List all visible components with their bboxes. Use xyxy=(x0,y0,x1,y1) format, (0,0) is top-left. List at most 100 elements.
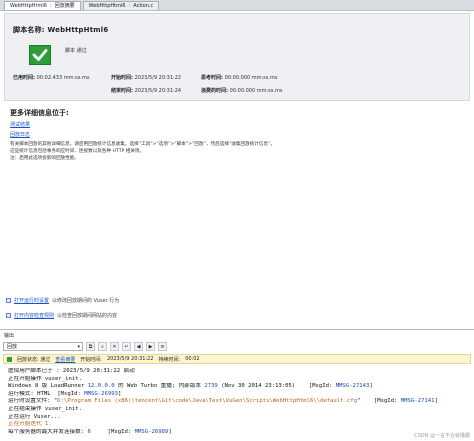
runtime-settings-text: 以修改回放期间的 Vuser 行为 xyxy=(52,298,120,304)
log-segment: 的 Web Turbo 重播; 内部版本 xyxy=(114,383,205,390)
wasted-time: 浪费的时间: 00:00.000 mm:ss.ms xyxy=(201,87,282,94)
output-panel: 输出 回放 ▾ ⧉ ⌕ ✕ ↵ ◀ ▶ ≡ 回放状态: 通过 查看摘要 开始时间… xyxy=(0,329,474,441)
options-icon[interactable]: ≡ xyxy=(158,342,167,351)
prev-icon[interactable]: ◀ xyxy=(134,342,143,351)
output-toolbar: 回放 ▾ ⧉ ⌕ ✕ ↵ ◀ ▶ ≡ xyxy=(3,341,471,352)
tab-script-name: WebHttpHtml6 xyxy=(10,3,47,9)
log-segment: MMSG-27141 xyxy=(400,398,435,405)
runtime-settings-row: 打开运行时设置 以修改回放期间的 Vuser 行为 xyxy=(6,297,119,304)
settings-icon xyxy=(6,298,11,303)
log-segment: 正在开始迭代 1. xyxy=(8,421,52,428)
start-value: 2023/5/9 20:31:22 xyxy=(134,75,182,81)
log-segment: 12.0.0.0 xyxy=(87,383,115,390)
wasted-value: 00:00.000 mm:ss.ms xyxy=(229,88,283,94)
log-segment: 正在开始操作 vuser_init. xyxy=(8,375,82,382)
tab-script-name: WebHttpHtml6 xyxy=(88,3,126,9)
replay-summary-panel: 脚本名称: WebHttpHtml6 脚本 通过 已用时间: 00:02.433… xyxy=(4,13,470,101)
watermark: CSDN @一言不合就撸脚 xyxy=(414,433,470,439)
think-label: 思考时间: xyxy=(201,75,223,81)
script-name-value: WebHttpHtml6 xyxy=(47,26,109,34)
tab-subtitle: Action.c xyxy=(133,3,154,9)
status-passed: 回放状态: 通过 xyxy=(17,356,51,363)
status-duration-value: 00:02 xyxy=(185,356,200,362)
status-start-value: 2023/5/9 20:31:22 xyxy=(106,356,154,362)
log-segment: 每个服务器的最大并发连接数: xyxy=(8,428,88,435)
start-label: 开始时间: xyxy=(111,75,133,81)
check-icon xyxy=(29,45,51,65)
log-line: 虚拟用户脚本已于 : 2023/5/9 20:31:22 启动 xyxy=(8,368,470,376)
script-name-heading: 脚本名称: WebHttpHtml6 xyxy=(13,25,108,35)
think-value: 00:00.000 mm:ss.ms xyxy=(224,75,278,81)
log-line: 正在结束操作 vuser_init. xyxy=(8,406,470,414)
copy-icon[interactable]: ⧉ xyxy=(86,342,95,351)
script-name-label: 脚本名称: xyxy=(13,26,45,34)
log-line: 正在开始迭代 1. xyxy=(8,421,470,429)
elapsed-label: 已用时间: xyxy=(13,75,35,81)
log-segment: [MsgId: xyxy=(90,428,135,435)
log-line: 运行模式: HTML [MsgId: MMSG-26993] xyxy=(8,391,470,399)
tab-separator: : xyxy=(128,3,131,9)
content-check-icon xyxy=(6,313,11,318)
log-segment: 虚拟用户脚本已于 : 2023/5/9 20:31:22 启动 xyxy=(8,368,135,374)
end-value: 2023/5/9 20:31:24 xyxy=(134,88,182,94)
output-filter-select[interactable]: 回放 ▾ xyxy=(3,342,83,351)
view-summary-link[interactable]: 查看摘要 xyxy=(55,356,75,363)
content-check-text: 以检查回放期间网站的内容 xyxy=(57,313,118,319)
log-segment: ] xyxy=(434,398,438,405)
chevron-down-icon: ▾ xyxy=(77,344,80,350)
find-icon[interactable]: ⌕ xyxy=(98,342,107,351)
wasted-label: 浪费的时间: xyxy=(201,88,229,94)
tab-separator: : xyxy=(49,3,52,9)
test-results-link[interactable]: 测试结果 xyxy=(10,121,470,128)
end-label: 结束时间: xyxy=(111,88,133,94)
status-duration-label: 持续时间: xyxy=(158,356,181,363)
log-segment: D:\Program Files (x86)\tencent\Git\code\… xyxy=(57,398,357,405)
log-segment: 正在结束操作 vuser_init. xyxy=(8,405,82,412)
bottom-links: 打开运行时设置 以修改回放期间的 Vuser 行为 打开内容检查规则 以检查回放… xyxy=(6,297,119,327)
next-icon[interactable]: ▶ xyxy=(146,342,155,351)
log-segment: (Nov 30 2014 23:13:05) [MsgId: xyxy=(217,383,336,390)
tab-subtitle: 回放摘要 xyxy=(54,3,75,9)
details-heading: 更多详细信息位于: xyxy=(10,109,69,117)
tab-action-c[interactable]: WebHttpHtml6 : Action.c xyxy=(82,1,160,10)
wrap-icon[interactable]: ↵ xyxy=(122,342,131,351)
details-notes: 有关脚本回放的其他详细信息，请启用回放统计信息收集。选择“工具”>“选项”>“脚… xyxy=(10,141,470,162)
status-start-label: 开始时间: xyxy=(80,356,102,363)
elapsed-value: 00:02.433 mm:ss.ms xyxy=(36,75,90,81)
pass-status-text: 脚本 通过 xyxy=(65,48,87,54)
log-segment: 运行模式: HTML [MsgId: xyxy=(8,390,85,397)
replay-log: 虚拟用户脚本已于 : 2023/5/9 20:31:22 启动 正在开始操作 vu… xyxy=(8,368,470,436)
log-segment: ] xyxy=(168,428,172,435)
end-time: 结束时间: 2023/5/9 20:31:24 xyxy=(111,87,181,94)
status-ok-icon xyxy=(7,356,12,362)
log-segment: 正在运行 Vuser... xyxy=(8,413,61,420)
output-filter-value: 回放 xyxy=(7,344,18,350)
log-segment: MMSG-26989 xyxy=(134,428,169,435)
think-time: 思考时间: 00:00.000 mm:ss.ms xyxy=(201,74,277,81)
log-segment: MMSG-27143 xyxy=(335,383,370,390)
log-segment: ] xyxy=(117,390,122,397)
editor-tab-bar: WebHttpHtml6 : 回放摘要 WebHttpHtml6 : Actio… xyxy=(0,0,474,11)
note-line: 注：启用此选项会影响回放性能。 xyxy=(10,156,79,161)
note-line: 有关脚本回放的其他详细信息，请启用回放统计信息收集。选择“工具”>“选项”>“脚… xyxy=(10,142,276,147)
log-line: 正在开始操作 vuser_init. xyxy=(8,376,470,384)
log-segment: " [MsgId: xyxy=(357,398,401,405)
log-segment: MMSG-26993 xyxy=(84,390,118,397)
replay-log-link[interactable]: 回放日志 xyxy=(10,131,470,138)
log-segment: ] xyxy=(369,383,373,390)
tab-replay-summary[interactable]: WebHttpHtml6 : 回放摘要 xyxy=(4,1,81,10)
note-line: 这些统计信息包括事务响应时间、连接数以及各种 HTTP 相关项。 xyxy=(10,149,145,154)
output-title: 输出 xyxy=(4,333,15,339)
details-section: 更多详细信息位于: 测试结果 回放日志 有关脚本回放的其他详细信息，请启用回放统… xyxy=(10,108,470,162)
log-line: Windows 8 版 LoadRunner 12.0.0.0 的 Web Tu… xyxy=(8,383,470,391)
log-line: 正在运行 Vuser... xyxy=(8,414,470,422)
replay-status-bar: 回放状态: 通过 查看摘要 开始时间: 2023/5/9 20:31:22 持续… xyxy=(3,354,471,364)
clear-icon[interactable]: ✕ xyxy=(110,342,119,351)
runtime-settings-link[interactable]: 打开运行时设置 xyxy=(14,297,49,304)
log-line: 每个服务器的最大并发连接数: 6 [MsgId: MMSG-26989] xyxy=(8,429,470,437)
log-segment: 运行时设置文件: " xyxy=(8,398,58,405)
content-check-row: 打开内容检查规则 以检查回放期间网站的内容 xyxy=(6,312,119,319)
log-line: 运行时设置文件: "D:\Program Files (x86)\tencent… xyxy=(8,398,470,406)
content-check-link[interactable]: 打开内容检查规则 xyxy=(14,312,54,319)
log-segment: 2739 xyxy=(204,383,218,390)
